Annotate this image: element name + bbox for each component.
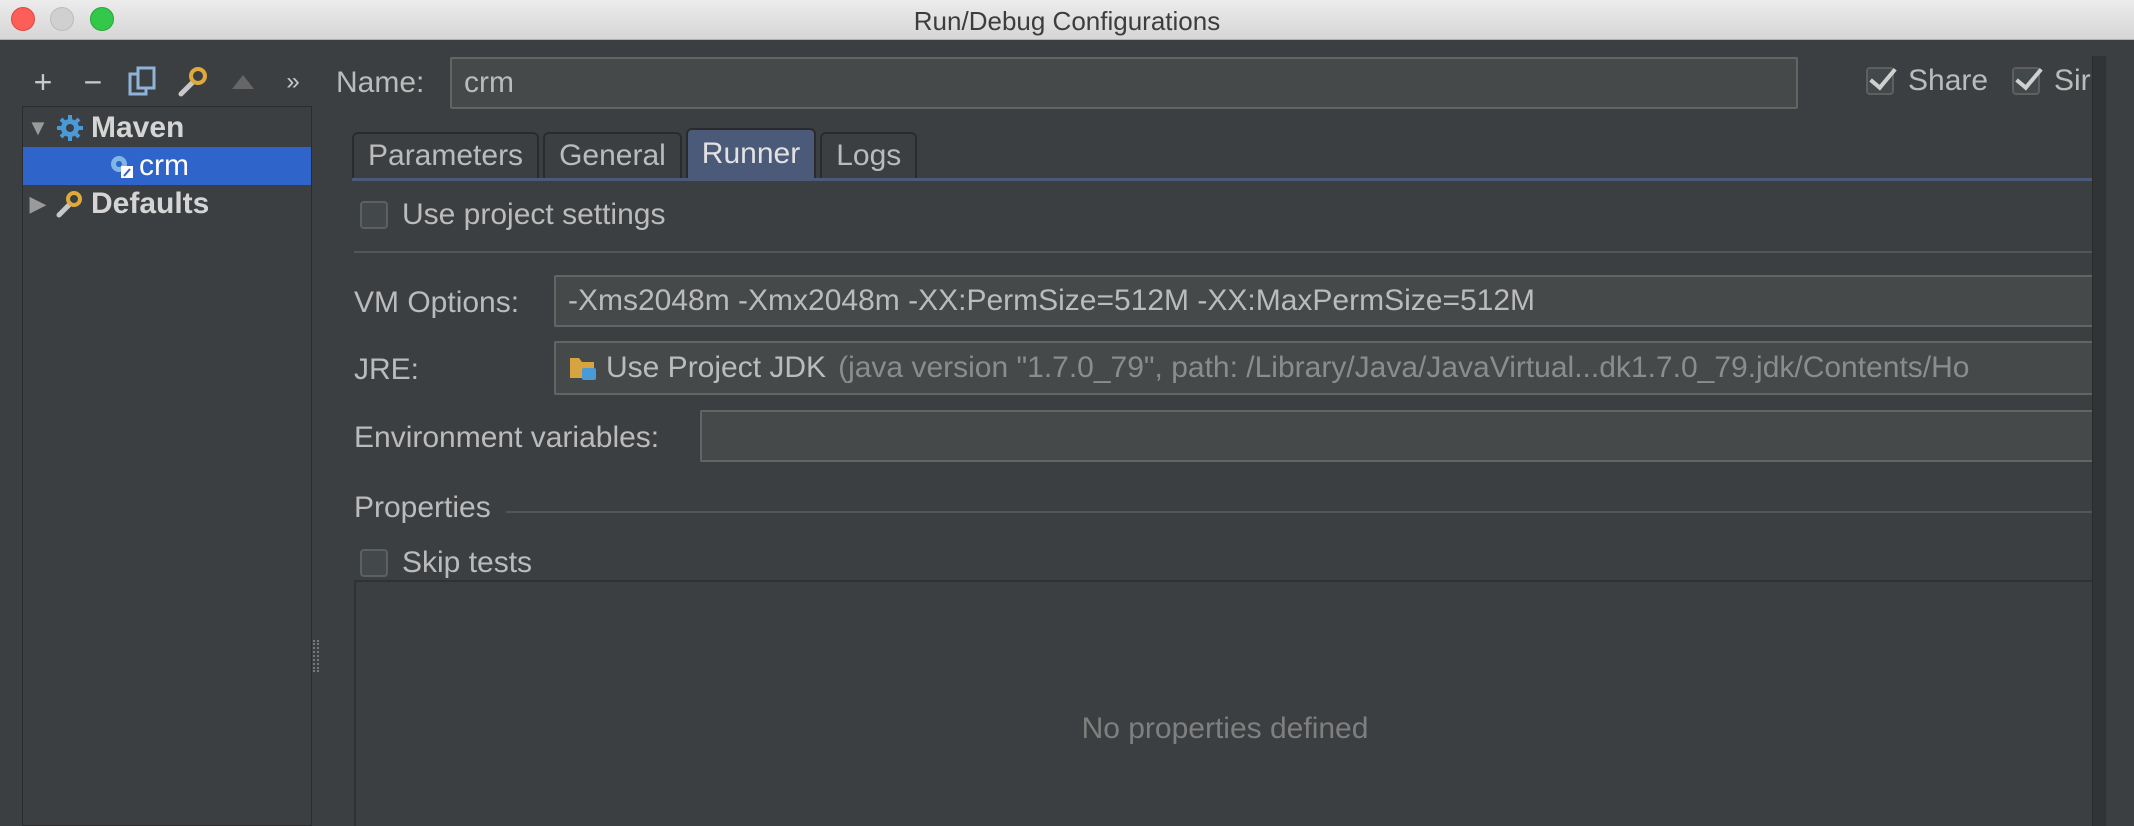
- copy-icon[interactable]: [118, 62, 168, 102]
- empty-properties-text: No properties defined: [1081, 712, 1369, 745]
- share-checkbox[interactable]: Share: [1866, 64, 1988, 98]
- config-tabs: Parameters General Runner Logs: [352, 128, 921, 178]
- chevron-down-icon[interactable]: ▼: [23, 115, 53, 141]
- vm-options-input[interactable]: -Xms2048m -Xmx2048m -XX:PermSize=512M -X…: [554, 275, 2094, 327]
- maven-gear-icon: [53, 111, 87, 145]
- divider: [354, 251, 2094, 253]
- panel-splitter[interactable]: [313, 640, 319, 672]
- skip-tests-checkbox[interactable]: Skip tests: [360, 546, 532, 580]
- name-input[interactable]: crm: [450, 57, 1798, 109]
- jre-value: Use Project JDK: [606, 351, 827, 384]
- share-label: Share: [1908, 64, 1989, 97]
- configuration-tree[interactable]: ▼ Maven crm ▶ Defaults: [22, 106, 312, 826]
- tab-parameters[interactable]: Parameters: [352, 132, 540, 178]
- checkbox-box[interactable]: [1866, 67, 1894, 95]
- more-actions-icon[interactable]: »: [268, 62, 318, 102]
- single-instance-checkbox[interactable]: Sir: [2012, 64, 2091, 98]
- use-project-settings-checkbox[interactable]: Use project settings: [360, 198, 665, 232]
- tree-node-label: Maven: [91, 111, 185, 144]
- skip-tests-label: Skip tests: [402, 546, 533, 579]
- environment-variables-input[interactable]: [700, 410, 2094, 462]
- wrench-icon[interactable]: [168, 62, 218, 102]
- tab-logs[interactable]: Logs: [820, 132, 918, 178]
- jre-detail: (java version "1.7.0_79", path: /Library…: [838, 351, 1970, 384]
- tab-general[interactable]: General: [543, 132, 682, 178]
- remove-icon[interactable]: −: [68, 62, 118, 102]
- properties-label: Properties: [354, 491, 491, 524]
- move-up-icon[interactable]: [218, 62, 268, 102]
- checkbox-box[interactable]: [2012, 67, 2040, 95]
- jre-label: JRE:: [354, 353, 420, 386]
- single-instance-label: Sir: [2054, 64, 2091, 97]
- config-toolbar: + − »: [18, 62, 318, 102]
- jre-combobox[interactable]: Use Project JDK (java version "1.7.0_79"…: [554, 341, 2094, 395]
- chevron-right-icon[interactable]: ▶: [23, 191, 53, 217]
- maven-config-icon: [107, 149, 135, 183]
- add-icon[interactable]: +: [18, 62, 68, 102]
- title-bar: Run/Debug Configurations: [0, 0, 2134, 40]
- tab-runner[interactable]: Runner: [685, 128, 817, 178]
- tree-node-label: Defaults: [91, 187, 210, 220]
- defaults-wrench-icon: [53, 187, 87, 221]
- properties-table[interactable]: No properties defined: [354, 580, 2094, 826]
- jdk-folder-icon: [568, 354, 598, 382]
- environment-variables-label: Environment variables:: [354, 421, 660, 454]
- tab-underline: [352, 178, 2092, 181]
- window-title: Run/Debug Configurations: [913, 6, 1221, 36]
- tree-node-label: crm: [139, 149, 189, 182]
- vm-options-label: VM Options:: [354, 286, 520, 319]
- checkbox-box[interactable]: [360, 201, 388, 229]
- tree-node-maven[interactable]: ▼ Maven: [23, 109, 311, 147]
- name-label: Name:: [336, 66, 425, 99]
- use-project-settings-label: Use project settings: [402, 198, 666, 231]
- vertical-scrollbar[interactable]: [2092, 56, 2106, 826]
- checkbox-box[interactable]: [360, 549, 388, 577]
- tree-node-defaults[interactable]: ▶ Defaults: [23, 185, 311, 223]
- properties-divider: [506, 511, 2094, 513]
- tree-node-crm[interactable]: crm: [23, 147, 311, 185]
